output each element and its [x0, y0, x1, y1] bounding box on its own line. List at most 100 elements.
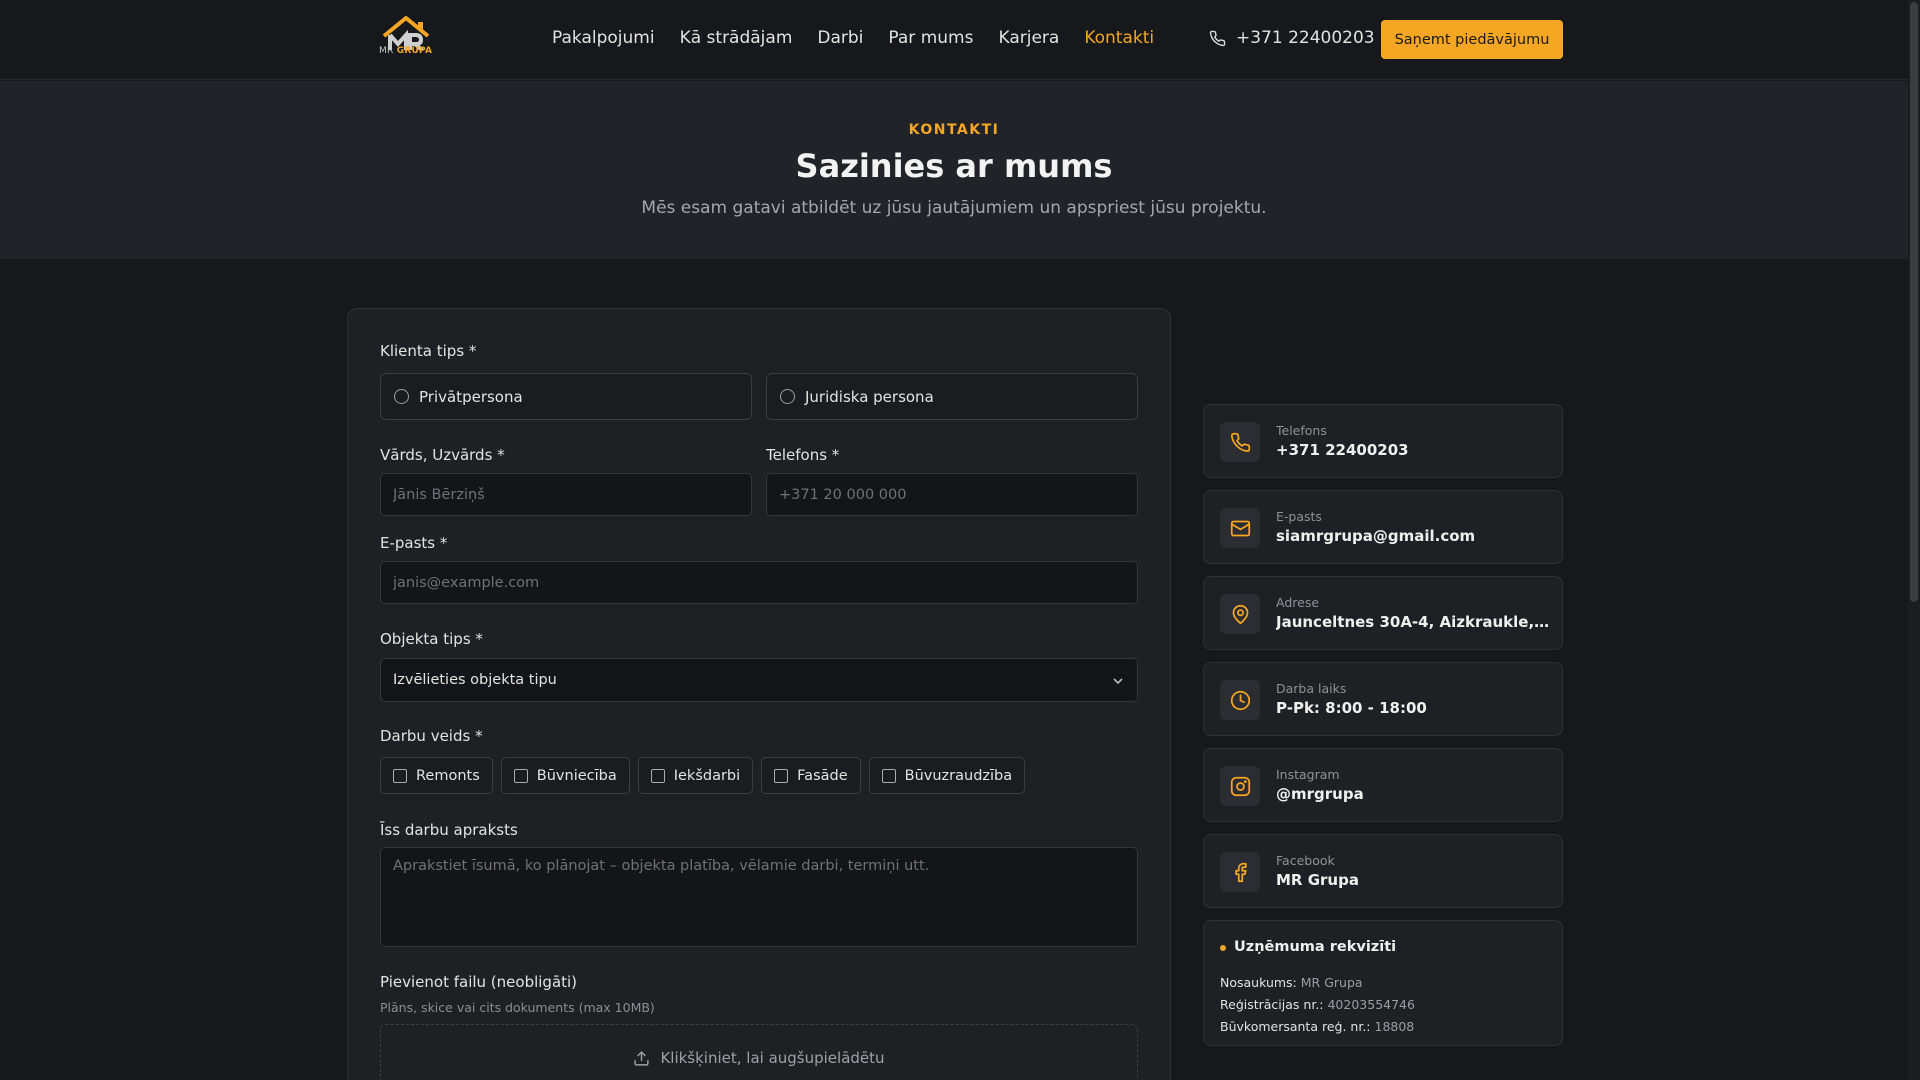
contact-value: +371 22400203	[1276, 441, 1409, 459]
radio-legal-label: Juridiska persona	[805, 387, 934, 406]
upload-icon	[634, 1051, 650, 1066]
nav-item-darbi[interactable]: Darbi	[817, 28, 863, 48]
radio-private-label: Privātpersona	[419, 387, 523, 406]
name-input[interactable]	[380, 473, 752, 516]
map-pin-icon	[1232, 604, 1248, 624]
mail-icon	[1230, 520, 1250, 536]
chevron-down-icon	[1113, 678, 1123, 685]
hero-section: KONTAKTI Sazinies ar mums Mēs esam gatav…	[0, 81, 1908, 259]
contact-card-phone[interactable]: Telefons +371 22400203	[1203, 404, 1563, 478]
description-textarea[interactable]	[380, 847, 1138, 947]
requisite-line: Būvkomersanta reģ. nr.: 18808	[1220, 1019, 1414, 1034]
checkbox-buvuzraudziba-label: Būvuzraudzība	[904, 767, 1013, 784]
requisite-value: 18808	[1374, 1019, 1415, 1034]
contact-form-card: Klienta tips * Privātpersona Juridiska p…	[347, 308, 1171, 1080]
checkbox-icon	[393, 768, 407, 783]
email-label: E-pasts *	[380, 534, 448, 552]
name-label: Vārds, Uzvārds *	[380, 446, 505, 464]
checkbox-icon	[650, 768, 665, 783]
phone-input[interactable]	[766, 473, 1138, 516]
email-input[interactable]	[380, 561, 1138, 604]
checkbox-buvuzraudziba[interactable]: Būvuzraudzība	[868, 757, 1026, 794]
checkbox-remonts[interactable]: Remonts	[380, 757, 493, 794]
mail-icon-wrap	[1220, 508, 1260, 548]
file-hint: Plāns, skice vai cits dokuments (max 10M…	[380, 1000, 655, 1015]
contact-card-instagram[interactable]: Instagram @mrgrupa	[1203, 748, 1563, 822]
map-pin-icon-wrap	[1220, 594, 1260, 634]
work-type-checkboxes: Remonts Būvniecība Iekšdarbi Fasāde Būvu…	[380, 757, 1026, 794]
main-nav: Pakalpojumi Kā strādājam Darbi Par mums …	[552, 28, 1154, 48]
checkbox-remonts-label: Remonts	[416, 767, 480, 784]
radio-circle-icon	[780, 389, 795, 404]
contact-value: siamrgrupa@gmail.com	[1276, 527, 1476, 545]
scrollbar-thumb[interactable]	[1910, 2, 1918, 602]
logo-mr: MR	[379, 46, 394, 56]
page-title: Sazinies ar mums	[795, 147, 1113, 185]
contact-card-address[interactable]: Adrese Jaunceltnes 30A-4, Aizkraukle, ..…	[1203, 576, 1563, 650]
clock-icon	[1230, 690, 1250, 710]
logo-grupa: GRUPA	[396, 46, 433, 56]
requisite-line: Nosaukums: MR Grupa	[1220, 975, 1363, 990]
upload-label: Klikšķiniet, lai augšupielādētu	[660, 1049, 885, 1067]
phone-icon	[1209, 30, 1226, 46]
header-phone-number: +371 22400203	[1236, 28, 1375, 48]
logo-text: MR GRUPA	[379, 46, 432, 56]
checkbox-icon	[774, 768, 789, 783]
contact-card-email[interactable]: E-pasts siamrgrupa@gmail.com	[1203, 490, 1563, 564]
contact-value: P-Pk: 8:00 - 18:00	[1276, 699, 1427, 717]
object-type-value: Izvēlieties objekta tipu	[393, 672, 557, 688]
object-type-select[interactable]: Izvēlieties objekta tipu	[380, 658, 1138, 702]
phone-label: Telefons *	[766, 446, 840, 464]
accent-dot	[1220, 945, 1226, 951]
site-header: MR GRUPA Pakalpojumi Kā strādājam Darbi …	[0, 0, 1908, 80]
work-type-label: Darbu veids *	[380, 727, 483, 745]
contact-label: Facebook	[1276, 853, 1335, 868]
instagram-icon-wrap	[1220, 766, 1260, 806]
requisite-value: MR Grupa	[1300, 975, 1363, 990]
checkbox-buvnieciba[interactable]: Būvniecība	[500, 757, 630, 794]
nav-item-karjera[interactable]: Karjera	[998, 28, 1059, 48]
file-label: Pievienot failu (neobligāti)	[380, 973, 578, 991]
requisite-value: 40203554746	[1327, 997, 1415, 1012]
radio-circle-icon	[394, 389, 409, 404]
hero-eyebrow: KONTAKTI	[908, 122, 1000, 138]
instagram-icon	[1230, 776, 1250, 796]
requisites-title: Uzņēmuma rekvizīti	[1234, 939, 1397, 955]
checkbox-fasade[interactable]: Fasāde	[761, 757, 861, 794]
contact-card-facebook[interactable]: Facebook MR Grupa	[1203, 834, 1563, 908]
file-upload-dropzone[interactable]: Klikšķiniet, lai augšupielādētu	[380, 1024, 1138, 1080]
radio-private-person[interactable]: Privātpersona	[380, 373, 752, 420]
radio-legal-person[interactable]: Juridiska persona	[766, 373, 1138, 420]
phone-icon	[1230, 432, 1250, 452]
requisite-key: Būvkomersanta reģ. nr.:	[1220, 1019, 1371, 1034]
checkbox-buvnieciba-label: Būvniecība	[536, 767, 617, 784]
checkbox-ieksdarbi[interactable]: Iekšdarbi	[637, 757, 754, 794]
requisite-key: Reģistrācijas nr.:	[1220, 997, 1324, 1012]
header-phone-link[interactable]: +371 22400203	[1209, 28, 1375, 48]
nav-item-pakalpojumi[interactable]: Pakalpojumi	[552, 28, 655, 48]
checkbox-ieksdarbi-label: Iekšdarbi	[673, 767, 741, 784]
facebook-icon-wrap	[1220, 852, 1260, 892]
contact-value: @mrgrupa	[1276, 785, 1364, 803]
checkbox-icon	[513, 768, 528, 783]
contact-label: E-pasts	[1276, 509, 1322, 524]
nav-item-par-mums[interactable]: Par mums	[888, 28, 973, 48]
company-requisites-card: Uzņēmuma rekvizīti Nosaukums: MR Grupa R…	[1203, 920, 1563, 1046]
contact-label: Darba laiks	[1276, 681, 1347, 696]
requisite-key: Nosaukums:	[1220, 975, 1297, 990]
nav-item-kontakti[interactable]: Kontakti	[1084, 28, 1154, 48]
get-quote-button[interactable]: Saņemt piedāvājumu	[1381, 20, 1563, 59]
checkbox-icon	[881, 768, 896, 783]
requisite-line: Reģistrācijas nr.: 40203554746	[1220, 997, 1415, 1012]
contact-label: Telefons	[1276, 423, 1327, 438]
contact-card-hours: Darba laiks P-Pk: 8:00 - 18:00	[1203, 662, 1563, 736]
description-label: Īss darbu apraksts	[380, 821, 518, 839]
nav-item-ka-stradajam[interactable]: Kā strādājam	[680, 28, 793, 48]
object-type-label: Objekta tips *	[380, 630, 483, 648]
clock-icon-wrap	[1220, 680, 1260, 720]
facebook-icon	[1234, 862, 1247, 882]
client-type-label: Klienta tips *	[380, 342, 477, 360]
checkbox-fasade-label: Fasāde	[797, 767, 848, 784]
hero-subtitle: Mēs esam gatavi atbildēt uz jūsu jautāju…	[641, 198, 1267, 218]
phone-icon-wrap	[1220, 422, 1260, 462]
